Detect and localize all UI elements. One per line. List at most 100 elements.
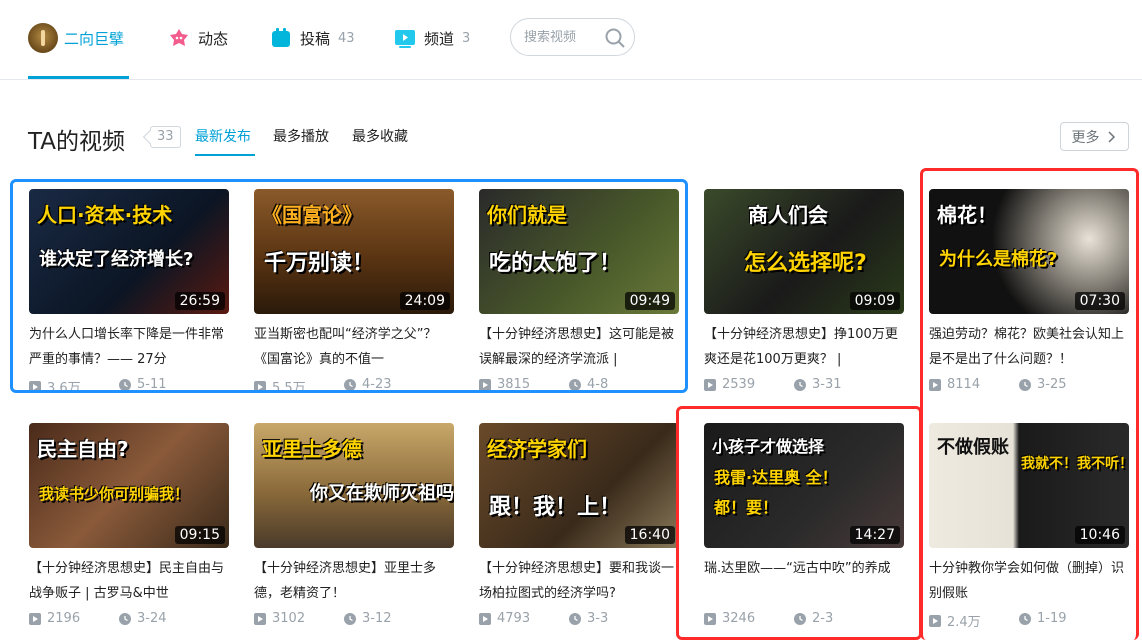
nav-uploads-count: 43 — [338, 30, 355, 46]
nav-uploads-label: 投稿 — [300, 29, 331, 48]
video-card[interactable]: 不做假账 我就不！我不听！ 10:46 十分钟教你学会如何做（删掉）识别假账 2… — [929, 423, 1129, 630]
thumbnail-subcaption: 吃的太饱了！ — [489, 251, 622, 276]
video-meta: 3.6万 5-11 — [29, 376, 229, 396]
video-title[interactable]: 【十分钟经济思想史】这可能是被误解最深的经济学流派 | — [479, 322, 679, 372]
search-icon[interactable] — [604, 27, 626, 49]
video-title[interactable]: 【十分钟经济思想史】挣100万更爽还是花100万更爽？ | — [704, 322, 904, 372]
upload-date-value: 3-12 — [362, 611, 392, 626]
clock-icon — [794, 612, 806, 625]
video-card[interactable]: 商人们会 怎么选择呢? 09:09 【十分钟经济思想史】挣100万更爽还是花10… — [704, 189, 904, 394]
more-button[interactable]: 更多 — [1060, 122, 1129, 151]
thumbnail-subcaption: 跟！我！上！ — [489, 495, 622, 520]
nav-home[interactable]: 二向巨擘 — [28, 20, 124, 56]
nav-uploads[interactable]: 投稿 43 — [270, 20, 355, 56]
video-thumbnail[interactable]: 你们就是 吃的太饱了！ 09:49 — [479, 189, 679, 314]
search-input[interactable] — [524, 29, 602, 45]
play-count-value: 2196 — [47, 611, 81, 626]
video-title[interactable]: 强迫劳动？棉花？欧美社会认知上是不是出了什么问题？！ — [929, 322, 1129, 372]
search-box[interactable] — [510, 18, 635, 56]
upload-date: 3-31 — [794, 377, 842, 392]
video-thumbnail[interactable]: 《国富论》 千万别读！ 24:09 — [254, 189, 454, 314]
thumbnail-caption: 人口·资本·技术 — [37, 203, 173, 227]
clock-icon — [569, 378, 581, 391]
video-thumbnail[interactable]: 亚里士多德 你又在欺师灭祖吗! — [254, 423, 454, 548]
upload-date-value: 3-3 — [587, 611, 609, 626]
video-duration: 14:27 — [849, 526, 900, 544]
video-title[interactable]: 【十分钟经济思想史】要和我谈一场柏拉图式的经济学吗? — [479, 556, 679, 606]
video-meta: 8114 3-25 — [929, 376, 1129, 394]
thumbnail-caption: 亚里士多德 — [262, 437, 362, 461]
thumbnail-subcaption: 为什么是棉花? — [939, 249, 1058, 270]
thumbnail-subcaption: 怎么选择呢? — [744, 251, 867, 276]
play-count-icon — [929, 378, 941, 391]
thumbnail-subcaption: 我就不！我不听！ — [1021, 456, 1129, 472]
nav-channels-label: 频道 — [424, 29, 455, 48]
video-card[interactable]: 小孩子才做选择 我雷·达里奥 全！都！要！ 14:27 瑞.达里欧——“远古中吹… — [704, 423, 904, 628]
upload-date: 1-19 — [1019, 611, 1067, 626]
video-title[interactable]: 瑞.达里欧——“远古中吹”的养成 — [704, 556, 904, 606]
video-thumbnail[interactable]: 商人们会 怎么选择呢? 09:09 — [704, 189, 904, 314]
video-title[interactable]: 十分钟教你学会如何做（删掉）识别假账 — [929, 556, 1129, 606]
thumbnail-subcaption: 你又在欺师灭祖吗! — [310, 483, 454, 504]
video-card[interactable]: 棉花！ 为什么是棉花? 07:30 强迫劳动？棉花？欧美社会认知上是不是出了什么… — [929, 189, 1129, 394]
tab-latest[interactable]: 最新发布 — [195, 126, 251, 146]
nav-dynamic-label: 动态 — [198, 29, 229, 48]
upload-date-value: 2-3 — [812, 611, 834, 626]
tab-most-favorited[interactable]: 最多收藏 — [352, 126, 408, 146]
clock-icon — [119, 612, 131, 625]
thumbnail-caption: 小孩子才做选择 — [712, 437, 825, 456]
video-card[interactable]: 《国富论》 千万别读！ 24:09 亚当斯密也配叫“经济学之父”？《国富论》真的… — [254, 189, 454, 396]
play-count: 5.5万 — [254, 377, 306, 396]
video-card[interactable]: 民主自由? 我读书少你可别骗我！ 09:15 【十分钟经济思想史】民主自由与战争… — [29, 423, 229, 628]
play-count-icon — [479, 612, 491, 625]
video-card[interactable]: 人口·资本·技术 谁决定了经济增长? 26:59 为什么人口增长率下降是一件非常… — [29, 189, 229, 396]
nav-channels[interactable]: 频道 3 — [394, 20, 470, 56]
video-duration: 09:09 — [849, 292, 900, 310]
nav-dynamic[interactable]: 动态 — [168, 20, 228, 56]
upload-date-value: 3-25 — [1037, 377, 1067, 392]
tab-most-played[interactable]: 最多播放 — [273, 126, 329, 146]
play-count-value: 3102 — [272, 611, 306, 626]
thumbnail-caption: 你们就是 — [487, 203, 567, 227]
upload-date: 3-25 — [1019, 377, 1067, 392]
video-thumbnail[interactable]: 不做假账 我就不！我不听！ 10:46 — [929, 423, 1129, 548]
play-count-icon — [254, 380, 266, 393]
video-meta: 3815 4-8 — [479, 376, 679, 394]
thumbnail-subcaption: 千万别读！ — [264, 251, 375, 276]
upload-date: 3-3 — [569, 611, 608, 626]
video-duration: 09:15 — [174, 526, 225, 544]
video-card[interactable]: 你们就是 吃的太饱了！ 09:49 【十分钟经济思想史】这可能是被误解最深的经济… — [479, 189, 679, 394]
video-card[interactable]: 经济学家们 跟！我！上！ 16:40 【十分钟经济思想史】要和我谈一场柏拉图式的… — [479, 423, 679, 628]
video-meta: 3102 3-12 — [254, 610, 454, 628]
upload-date: 3-24 — [119, 611, 167, 626]
video-card[interactable]: 亚里士多德 你又在欺师灭祖吗! 【十分钟经济思想史】亚里士多德，老精资了！ 31… — [254, 423, 454, 628]
video-title[interactable]: 【十分钟经济思想史】亚里士多德，老精资了！ — [254, 556, 454, 606]
chevron-right-icon — [1107, 130, 1115, 143]
video-thumbnail[interactable]: 人口·资本·技术 谁决定了经济增长? 26:59 — [29, 189, 229, 314]
video-duration: 24:09 — [399, 292, 450, 310]
video-title[interactable]: 为什么人口增长率下降是一件非常严重的事情？—— 27分 — [29, 322, 229, 372]
play-count-icon — [704, 612, 716, 625]
channels-icon — [395, 30, 415, 48]
thumbnail-caption: 棉花！ — [937, 203, 997, 227]
video-duration: 10:46 — [1074, 526, 1125, 544]
play-count: 2196 — [29, 611, 80, 626]
video-title[interactable]: 亚当斯密也配叫“经济学之父”？《国富论》真的不值一 — [254, 322, 454, 372]
upload-date: 2-3 — [794, 611, 833, 626]
video-thumbnail[interactable]: 小孩子才做选择 我雷·达里奥 全！都！要！ 14:27 — [704, 423, 904, 548]
video-thumbnail[interactable]: 棉花！ 为什么是棉花? 07:30 — [929, 189, 1129, 314]
video-thumbnail[interactable]: 民主自由? 我读书少你可别骗我！ 09:15 — [29, 423, 229, 548]
play-count-icon — [479, 378, 491, 391]
upload-date-value: 4-23 — [362, 377, 392, 392]
upload-date-value: 1-19 — [1037, 611, 1067, 626]
video-title[interactable]: 【十分钟经济思想史】民主自由与战争贩子 | 古罗马&中世 — [29, 556, 229, 606]
clock-icon — [794, 378, 806, 391]
upload-date-value: 3-31 — [812, 377, 842, 392]
more-button-label: 更多 — [1071, 129, 1100, 146]
thumbnail-caption: 商人们会 — [748, 203, 828, 227]
play-count: 2539 — [704, 377, 755, 392]
video-meta: 2539 3-31 — [704, 376, 904, 394]
video-thumbnail[interactable]: 经济学家们 跟！我！上！ 16:40 — [479, 423, 679, 548]
video-duration: 26:59 — [174, 292, 225, 310]
play-count-value: 3.6万 — [47, 381, 81, 396]
